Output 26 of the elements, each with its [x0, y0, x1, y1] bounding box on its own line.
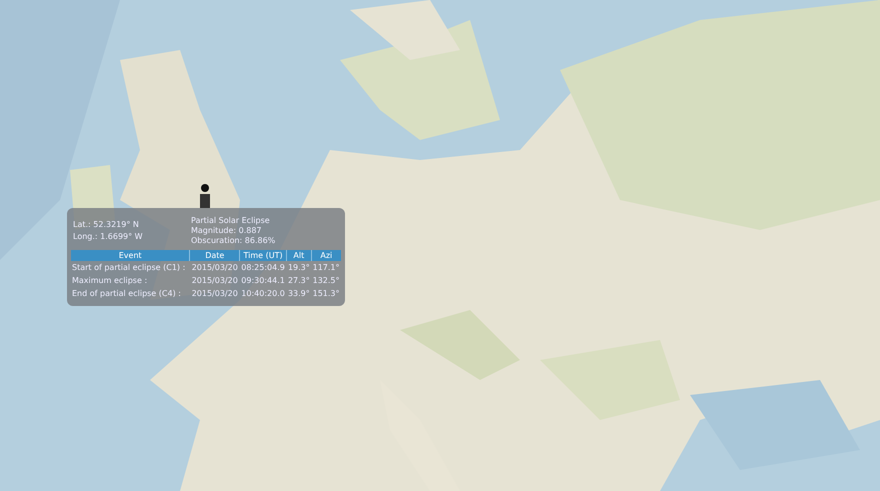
table-cell: 19.3° — [286, 261, 312, 274]
table-cell: Start of partial eclipse (C1) : — [71, 261, 190, 274]
magnitude-text: Magnitude: 0.887 — [191, 226, 263, 235]
table-cell-text: 151.3° — [312, 288, 341, 300]
table-cell-text: 33.9° — [286, 288, 311, 300]
latitude-text: Lat.: 52.3219° N — [73, 220, 140, 228]
table-cell: 08:25:04.9 — [240, 261, 287, 274]
column-header: Azi — [311, 250, 341, 261]
table-cell-text: Maximum eclipse : — [71, 275, 148, 287]
table-cell: 2015/03/20 — [190, 261, 240, 274]
table-cell-text: 09:30:44.1 — [240, 275, 286, 287]
column-header: Event — [71, 250, 190, 261]
table-cell: 117.1° — [311, 261, 341, 274]
obscuration-text: Obscuration: 86.86% — [191, 236, 276, 245]
table-cell-text: End of partial eclipse (C4) : — [71, 288, 182, 300]
popup-title: Partial Solar Eclipse — [191, 216, 271, 225]
column-header: Time (UT) — [240, 250, 287, 261]
table-cell-text: 10:40:20.0 — [240, 288, 286, 300]
person-icon — [199, 184, 211, 210]
table-cell-text: 132.5° — [312, 275, 341, 287]
longitude-text: Long.: 1.6699° W — [73, 232, 144, 240]
table-cell-text: 27.3° — [286, 275, 311, 287]
column-header: Date — [190, 250, 240, 261]
table-cell-text: 2015/03/20 — [190, 288, 239, 300]
table-cell-text: 2015/03/20 — [190, 275, 239, 287]
column-header: Alt — [286, 250, 312, 261]
